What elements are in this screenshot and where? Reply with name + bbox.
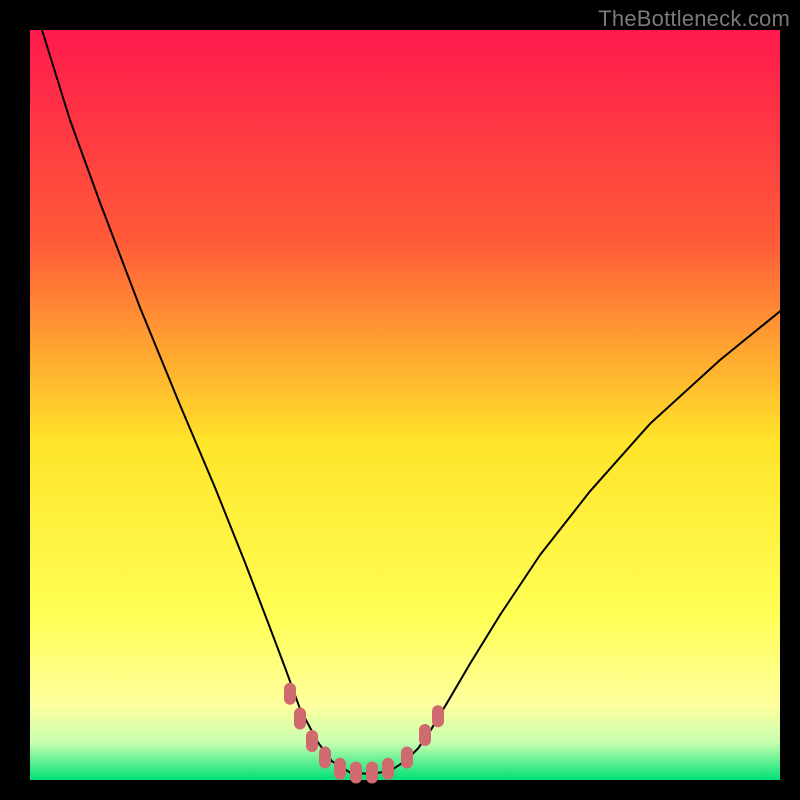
curve-marker — [432, 705, 444, 727]
curve-marker — [284, 683, 296, 705]
curve-marker — [419, 724, 431, 746]
curve-marker — [401, 747, 413, 769]
curve-marker — [319, 747, 331, 769]
curve-marker — [366, 762, 378, 784]
curve-marker — [334, 758, 346, 780]
curve-marker — [382, 758, 394, 780]
plot-background — [30, 30, 780, 780]
curve-marker — [350, 762, 362, 784]
curve-marker — [294, 708, 306, 730]
curve-marker — [306, 730, 318, 752]
watermark-text: TheBottleneck.com — [598, 6, 790, 32]
chart-container: TheBottleneck.com — [0, 0, 800, 800]
bottleneck-plot — [0, 0, 800, 800]
